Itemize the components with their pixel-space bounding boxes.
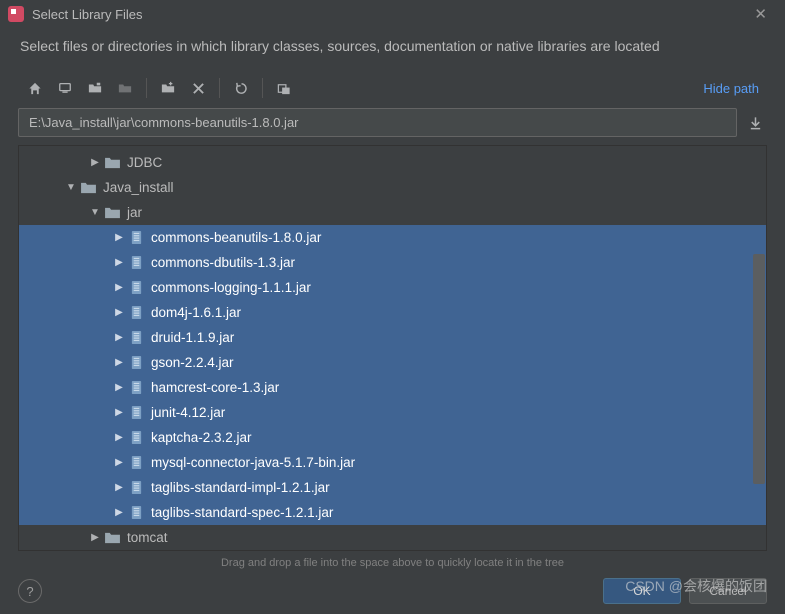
tree-item-label: commons-beanutils-1.8.0.jar — [151, 230, 321, 245]
tree-jar-file[interactable]: ▶ mysql-connector-java-5.1.7-bin.jar — [19, 450, 766, 475]
tree-jar-file[interactable]: ▶ hamcrest-core-1.3.jar — [19, 375, 766, 400]
tree-item-label: dom4j-1.6.1.jar — [151, 305, 241, 320]
path-row — [0, 108, 785, 137]
scrollbar[interactable] — [752, 146, 766, 550]
toolbar-sep — [146, 78, 147, 98]
tree-jar-file[interactable]: ▶ taglibs-standard-impl-1.2.1.jar — [19, 475, 766, 500]
toolbar-sep — [262, 78, 263, 98]
toolbar-sep — [219, 78, 220, 98]
jar-icon — [127, 430, 145, 445]
tree-item-label: tomcat — [127, 530, 168, 545]
close-icon[interactable]: ✕ — [744, 5, 777, 23]
chevron-right-icon[interactable]: ▶ — [111, 482, 127, 493]
tree-item-label: junit-4.12.jar — [151, 405, 225, 420]
tree-jar-file[interactable]: ▶ commons-dbutils-1.3.jar — [19, 250, 766, 275]
titlebar: Select Library Files ✕ — [0, 0, 785, 28]
jar-icon — [127, 230, 145, 245]
chevron-right-icon[interactable]: ▶ — [111, 407, 127, 418]
tree-jar-file[interactable]: ▶ taglibs-standard-spec-1.2.1.jar — [19, 500, 766, 525]
tree-jar-file[interactable]: ▶ kaptcha-2.3.2.jar — [19, 425, 766, 450]
tree-folder[interactable]: ▶ JDBC — [19, 150, 766, 175]
jar-icon — [127, 480, 145, 495]
footer: ? OK Cancel — [0, 570, 785, 614]
path-input[interactable] — [18, 108, 737, 137]
jar-icon — [127, 455, 145, 470]
chevron-right-icon[interactable]: ▶ — [111, 257, 127, 268]
chevron-right-icon[interactable]: ▶ — [111, 232, 127, 243]
subtitle-text: Select files or directories in which lib… — [0, 28, 785, 68]
project-icon[interactable] — [80, 74, 110, 102]
help-button[interactable]: ? — [18, 579, 42, 603]
new-folder-icon[interactable] — [153, 74, 183, 102]
jar-icon — [127, 355, 145, 370]
tree-folder[interactable]: ▶ tomcat — [19, 525, 766, 550]
toolbar: Hide path — [0, 68, 785, 108]
folder-icon — [79, 181, 97, 194]
chevron-right-icon[interactable]: ▶ — [111, 332, 127, 343]
jar-icon — [127, 505, 145, 520]
refresh-icon[interactable] — [226, 74, 256, 102]
jar-icon — [127, 380, 145, 395]
tree-jar-file[interactable]: ▶ commons-beanutils-1.8.0.jar — [19, 225, 766, 250]
cancel-button[interactable]: Cancel — [689, 578, 767, 604]
folder-icon — [103, 206, 121, 219]
scrollbar-thumb[interactable] — [753, 254, 765, 484]
window-title: Select Library Files — [32, 7, 744, 22]
ok-button[interactable]: OK — [603, 578, 681, 604]
tree-jar-file[interactable]: ▶ druid-1.1.9.jar — [19, 325, 766, 350]
folder-icon — [103, 531, 121, 544]
chevron-right-icon[interactable]: ▶ — [111, 357, 127, 368]
tree-folder[interactable]: ▼ jar — [19, 200, 766, 225]
jar-icon — [127, 405, 145, 420]
jar-icon — [127, 330, 145, 345]
delete-icon[interactable] — [183, 74, 213, 102]
jar-icon — [127, 255, 145, 270]
chevron-right-icon[interactable]: ▶ — [87, 157, 103, 168]
module-icon — [110, 74, 140, 102]
tree-item-label: mysql-connector-java-5.1.7-bin.jar — [151, 455, 355, 470]
tree-item-label: druid-1.1.9.jar — [151, 330, 234, 345]
chevron-down-icon[interactable]: ▼ — [87, 207, 103, 218]
tree-folder[interactable]: ▼ Java_install — [19, 175, 766, 200]
tree-jar-file[interactable]: ▶ gson-2.2.4.jar — [19, 350, 766, 375]
app-icon — [8, 6, 24, 22]
tree-item-label: JDBC — [127, 155, 162, 170]
chevron-right-icon[interactable]: ▶ — [111, 307, 127, 318]
tree-item-label: Java_install — [103, 180, 174, 195]
chevron-right-icon[interactable]: ▶ — [111, 507, 127, 518]
chevron-right-icon[interactable]: ▶ — [111, 382, 127, 393]
chevron-right-icon[interactable]: ▶ — [111, 432, 127, 443]
tree-item-label: taglibs-standard-spec-1.2.1.jar — [151, 505, 333, 520]
tree-item-label: hamcrest-core-1.3.jar — [151, 380, 279, 395]
chevron-down-icon[interactable]: ▼ — [63, 182, 79, 193]
tree-item-label: commons-logging-1.1.1.jar — [151, 280, 311, 295]
show-hidden-icon[interactable] — [269, 74, 299, 102]
tree-item-label: commons-dbutils-1.3.jar — [151, 255, 295, 270]
tree-jar-file[interactable]: ▶ junit-4.12.jar — [19, 400, 766, 425]
home-icon[interactable] — [20, 74, 50, 102]
tree-item-label: kaptcha-2.3.2.jar — [151, 430, 252, 445]
chevron-right-icon[interactable]: ▶ — [111, 457, 127, 468]
chevron-right-icon[interactable]: ▶ — [87, 532, 103, 543]
folder-icon — [103, 156, 121, 169]
desktop-icon[interactable] — [50, 74, 80, 102]
tree-jar-file[interactable]: ▶ commons-logging-1.1.1.jar — [19, 275, 766, 300]
chevron-right-icon[interactable]: ▶ — [111, 282, 127, 293]
download-icon[interactable] — [743, 109, 767, 137]
jar-icon — [127, 305, 145, 320]
jar-icon — [127, 280, 145, 295]
tree-item-label: gson-2.2.4.jar — [151, 355, 234, 370]
tree-item-label: taglibs-standard-impl-1.2.1.jar — [151, 480, 330, 495]
file-tree[interactable]: ▶ JDBC ▼ Java_install ▼ jar ▶ commons-beanutils… — [18, 145, 767, 551]
hide-path-link[interactable]: Hide path — [697, 77, 765, 100]
tree-item-label: jar — [127, 205, 142, 220]
tree-jar-file[interactable]: ▶ dom4j-1.6.1.jar — [19, 300, 766, 325]
